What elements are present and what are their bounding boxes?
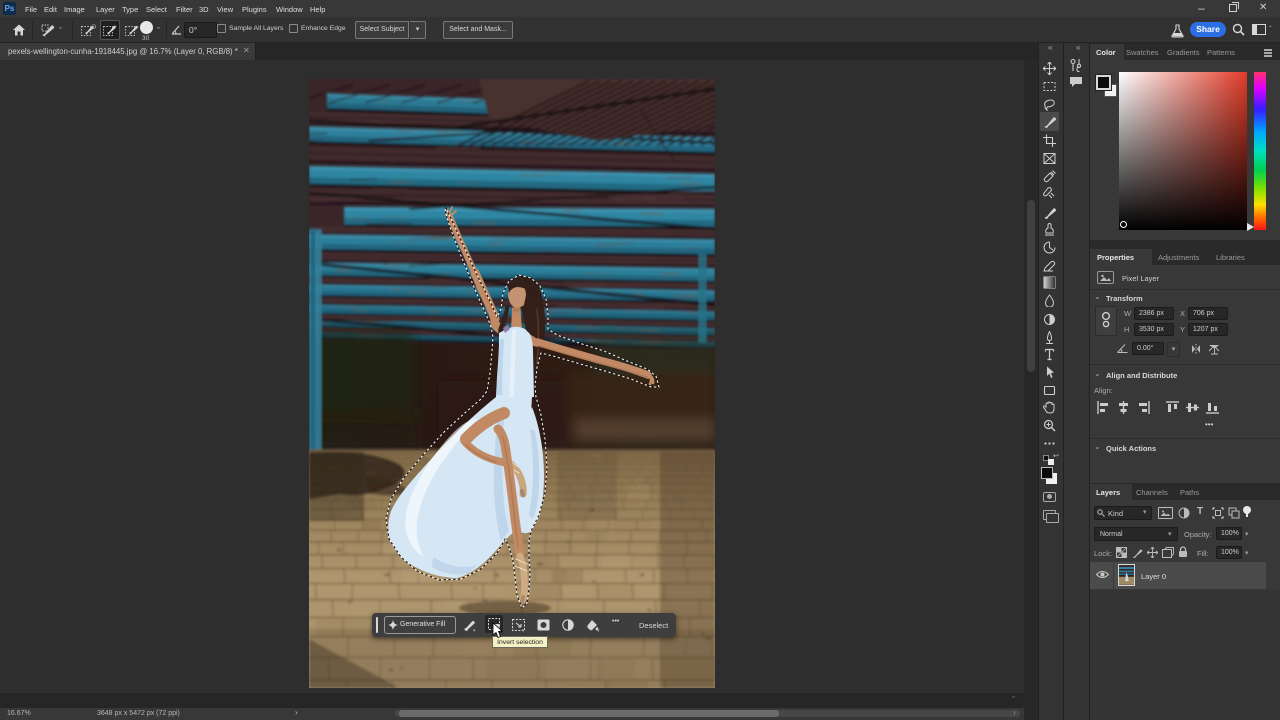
svg-text:+: + [113, 24, 117, 31]
svg-text:⊙: ⊙ [91, 24, 96, 31]
svg-text:−: − [135, 24, 139, 31]
